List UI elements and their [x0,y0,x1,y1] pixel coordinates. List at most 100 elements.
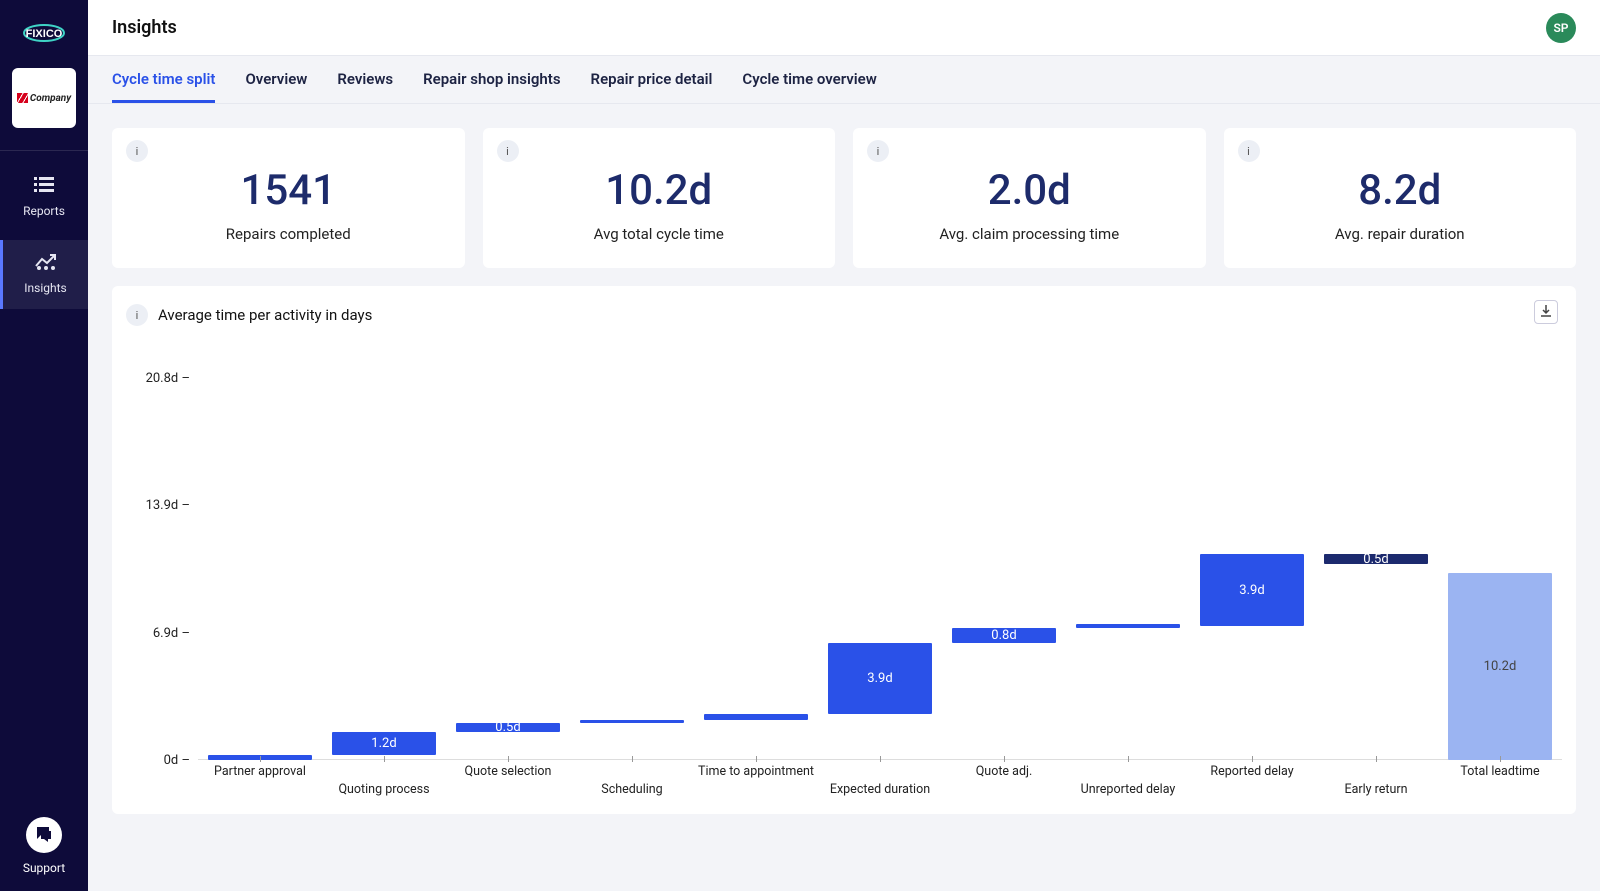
x-tick: Quote selection [446,760,570,804]
info-icon[interactable]: i [126,304,148,326]
bar-label: 1.2d [371,736,396,751]
support-section: Support [23,817,65,875]
tick-mark [632,756,633,762]
brand-logo: FIXICO [16,16,72,54]
x-tick-label: Expected duration [818,782,942,797]
tab-repair-shop[interactable]: Repair shop insights [423,70,560,103]
info-icon[interactable]: i [497,140,519,162]
bar-quote-selection[interactable]: 0.5d [456,723,560,732]
tick-mark [1004,756,1005,762]
page-title: Insights [112,17,177,38]
info-icon[interactable]: i [126,140,148,162]
company-label: Company [30,93,71,104]
y-tick-label: 0d – [164,753,190,768]
chart-area: 20.8d –13.9d –6.9d –0d – 1.2d0.5d3.9d0.8… [126,340,1562,760]
kpi-value: 8.2d [1242,166,1559,215]
x-tick: Time to appointment [694,760,818,804]
x-tick-label: Time to appointment [694,764,818,779]
bar-label: 10.2d [1484,659,1517,674]
support-label: Support [23,861,65,875]
main: Insights SP Cycle time split Overview Re… [88,0,1600,891]
tick-mark [880,756,881,762]
tab-overview[interactable]: Overview [245,70,307,103]
bar-label: 3.9d [867,671,892,686]
x-tick-label: Partner approval [198,764,322,779]
kpi-repairs-completed: i 1541 Repairs completed [112,128,465,268]
x-tick: Unreported delay [1066,760,1190,804]
x-tick: Total leadtime [1438,760,1562,804]
tick-mark [260,756,261,762]
download-button[interactable] [1534,300,1558,324]
bar-reported-delay[interactable]: 3.9d [1200,554,1304,626]
tick-mark [508,756,509,762]
x-tick: Scheduling [570,760,694,804]
sidebar-item-label: Insights [24,281,66,295]
chart-card: i Average time per activity in days 20.8… [112,286,1576,814]
x-tick-label: Unreported delay [1066,782,1190,797]
tick-mark [1376,756,1377,762]
bar-early-return[interactable]: 0.5d [1324,554,1428,563]
bar-quoting-process[interactable]: 1.2d [332,732,436,754]
kpi-avg-total-cycle: i 10.2d Avg total cycle time [483,128,836,268]
sidebar-item-label: Reports [23,204,65,218]
bar-scheduling[interactable] [580,720,684,724]
bar-slot: 0.5d [446,340,570,760]
kpi-value: 10.2d [501,166,818,215]
x-tick: Quote adj. [942,760,1066,804]
company-selector[interactable]: Company [12,68,76,128]
bar-label: 0.5d [1363,552,1388,567]
support-button[interactable] [26,817,62,853]
tab-repair-price[interactable]: Repair price detail [591,70,713,103]
tab-reviews[interactable]: Reviews [337,70,393,103]
bar-slot: 0.8d [942,340,1066,760]
avatar[interactable]: SP [1546,13,1576,43]
bar-total-leadtime[interactable]: 10.2d [1448,573,1552,760]
x-tick-label: Quote selection [446,764,570,779]
bar-time-to-appointment[interactable] [704,714,808,720]
x-axis: Partner approvalQuoting processQuote sel… [198,760,1562,804]
tick-mark [1128,756,1129,762]
x-tick-label: Early return [1314,782,1438,797]
header: Insights SP [88,0,1600,56]
x-tick: Partner approval [198,760,322,804]
bar-slot: 3.9d [818,340,942,760]
kpi-label: Avg. claim processing time [871,225,1188,243]
tab-cycle-time-split[interactable]: Cycle time split [112,70,215,103]
bar-slot [570,340,694,760]
tab-cycle-time-overview[interactable]: Cycle time overview [742,70,876,103]
sidebar: FIXICO Company Reports Insights Support [0,0,88,891]
bar-label: 3.9d [1239,583,1264,598]
bar-label: 0.5d [495,720,520,735]
bars: 1.2d 0.5d 3.9d 0.8d 3.9d 0.5d 10.2d [198,340,1562,760]
bar-slot: 0.5d [1314,340,1438,760]
bar-slot [694,340,818,760]
chart-title: Average time per activity in days [158,306,372,324]
list-icon [34,177,54,198]
sidebar-item-insights[interactable]: Insights [0,240,88,309]
tick-mark [1500,756,1501,762]
bar-expected-duration[interactable]: 3.9d [828,643,932,715]
kpi-label: Avg total cycle time [501,225,818,243]
kpi-label: Avg. repair duration [1242,225,1559,243]
kpi-label: Repairs completed [130,225,447,243]
bar-unreported-delay[interactable] [1076,624,1180,628]
kpi-value: 1541 [130,166,447,215]
sidebar-item-reports[interactable]: Reports [0,163,88,232]
plot: 1.2d 0.5d 3.9d 0.8d 3.9d 0.5d 10.2d [198,340,1562,760]
x-tick-label: Quote adj. [942,764,1066,779]
info-icon[interactable]: i [1238,140,1260,162]
info-icon[interactable]: i [867,140,889,162]
bar-slot [198,340,322,760]
company-logo-icon [17,93,28,103]
y-tick-label: 13.9d – [146,498,190,513]
x-tick: Reported delay [1190,760,1314,804]
x-tick: Expected duration [818,760,942,804]
x-tick: Early return [1314,760,1438,804]
bar-slot: 10.2d [1438,340,1562,760]
tick-mark [1252,756,1253,762]
trend-icon [35,254,57,275]
kpi-repair-duration: i 8.2d Avg. repair duration [1224,128,1577,268]
bar-quote-adj-[interactable]: 0.8d [952,628,1056,643]
kpi-value: 2.0d [871,166,1188,215]
tick-mark [384,756,385,762]
